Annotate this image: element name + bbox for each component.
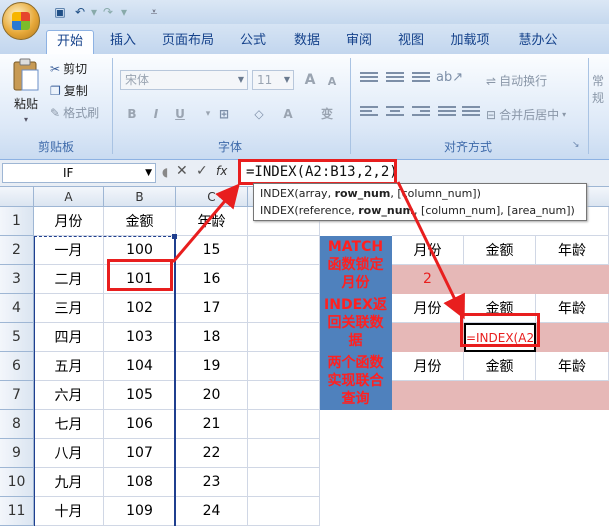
arrow-to-result bbox=[396, 181, 465, 320]
arrow-to-formula bbox=[171, 183, 240, 263]
annotation-arrows bbox=[171, 181, 465, 320]
